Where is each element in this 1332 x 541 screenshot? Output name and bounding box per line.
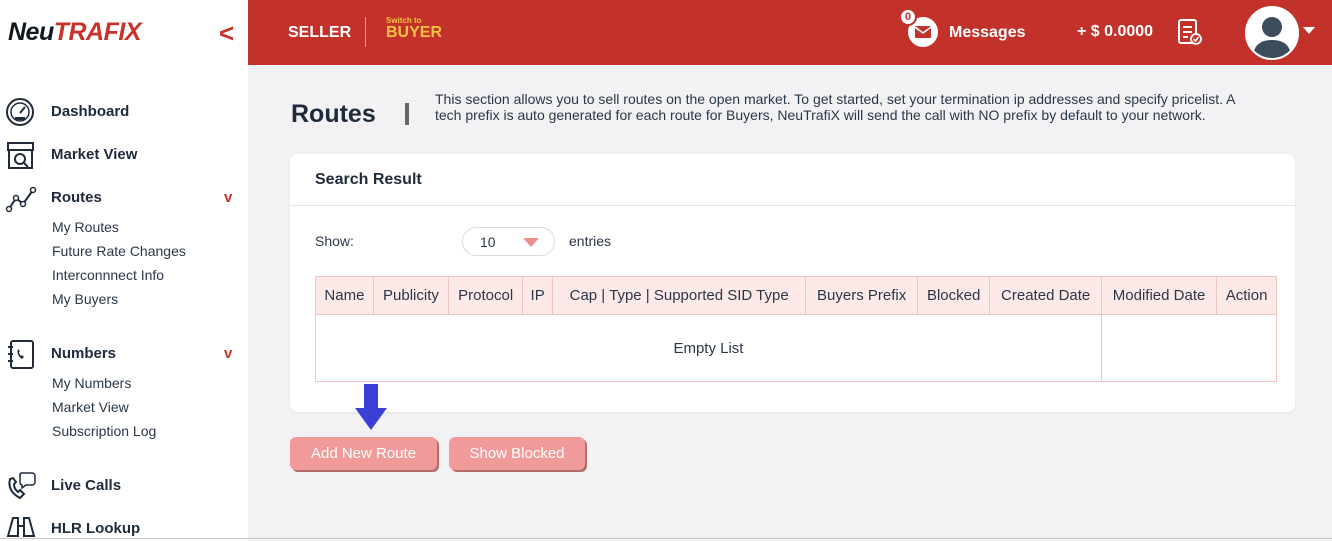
- column-header-buyers-prefix[interactable]: Buyers Prefix: [805, 276, 918, 315]
- phone-book-icon: [8, 340, 34, 369]
- phone-chat-icon: [8, 472, 36, 500]
- column-header-cap-type-sid[interactable]: Cap | Type | Supported SID Type: [551, 276, 807, 315]
- sidebar-item-numbers[interactable]: Numbers v: [0, 339, 248, 369]
- sidebar: NeuTRAFIX < Dashboard Market View Routes…: [0, 0, 248, 541]
- sidebar-subitem-market-view[interactable]: Market View: [52, 399, 129, 415]
- chevron-down-icon[interactable]: v: [224, 345, 232, 362]
- switch-to-buyer-button[interactable]: BUYER: [386, 24, 442, 42]
- user-avatar[interactable]: [1245, 6, 1299, 60]
- sidebar-item-routes[interactable]: Routes v: [0, 183, 248, 213]
- dropdown-triangle-icon: [523, 238, 539, 247]
- table-header-row: Name Publicity Protocol IP Cap | Type | …: [315, 276, 1277, 315]
- top-bar: SELLER Switch to BUYER 0 Messages + $ 0.…: [248, 0, 1332, 65]
- sidebar-item-label: Numbers: [51, 345, 117, 362]
- table-row: Empty List: [315, 314, 1278, 382]
- column-header-action[interactable]: Action: [1216, 276, 1277, 315]
- sidebar-subitem-interconnect-info[interactable]: Interconnnect Info: [52, 267, 164, 283]
- page-size-select[interactable]: 10: [462, 227, 555, 256]
- seller-mode-label: SELLER: [288, 24, 352, 41]
- empty-cell: [1100, 314, 1278, 382]
- dashboard-gauge-icon: [6, 98, 34, 126]
- add-new-route-button[interactable]: Add New Route: [290, 437, 437, 470]
- sidebar-item-live-calls[interactable]: Live Calls: [0, 471, 248, 501]
- column-header-created-date[interactable]: Created Date: [989, 276, 1102, 315]
- storefront-icon: [7, 142, 34, 169]
- account-balance[interactable]: + $ 0.0000: [1077, 23, 1153, 41]
- show-blocked-button[interactable]: Show Blocked: [449, 437, 585, 470]
- empty-list-message: Empty List: [315, 314, 1102, 382]
- sidebar-item-hlr-lookup[interactable]: HLR Lookup: [0, 514, 248, 541]
- card-header: Search Result: [290, 154, 1295, 206]
- route-nodes-icon: [5, 186, 37, 213]
- title-separator: [405, 103, 409, 125]
- brand-logo[interactable]: NeuTRAFIX: [8, 18, 142, 47]
- sidebar-item-market-view[interactable]: Market View: [0, 140, 248, 170]
- arrow-down-icon: [355, 384, 387, 430]
- sidebar-collapse-button[interactable]: <: [219, 18, 234, 49]
- column-header-publicity[interactable]: Publicity: [372, 276, 450, 315]
- search-result-card: Search Result Show: 10 entries Name Publ…: [290, 154, 1295, 412]
- mode-divider: [365, 17, 366, 47]
- column-header-modified-date[interactable]: Modified Date: [1100, 276, 1218, 315]
- column-header-name[interactable]: Name: [315, 276, 374, 315]
- sidebar-subitem-my-routes[interactable]: My Routes: [52, 219, 119, 235]
- messages-count-badge: 0: [899, 8, 917, 26]
- binoculars-icon: [6, 517, 36, 537]
- chevron-down-icon[interactable]: v: [224, 189, 232, 206]
- sidebar-subitem-subscription-log[interactable]: Subscription Log: [52, 423, 156, 439]
- sidebar-item-dashboard[interactable]: Dashboard: [0, 97, 248, 127]
- column-header-protocol[interactable]: Protocol: [448, 276, 524, 315]
- routes-table: Name Publicity Protocol IP Cap | Type | …: [315, 276, 1278, 382]
- user-silhouette-icon: [1247, 8, 1297, 58]
- page-bottom-border: [0, 538, 1332, 539]
- sidebar-item-label: HLR Lookup: [51, 520, 141, 537]
- sidebar-subitem-my-buyers[interactable]: My Buyers: [52, 291, 118, 307]
- column-header-ip[interactable]: IP: [522, 276, 553, 315]
- user-menu-caret-icon[interactable]: [1303, 27, 1315, 34]
- page-title: Routes: [291, 100, 376, 128]
- sidebar-item-label: Routes: [51, 189, 102, 206]
- card-title: Search Result: [315, 171, 422, 188]
- sidebar-item-label: Live Calls: [51, 477, 122, 494]
- page-size-value: 10: [480, 234, 496, 250]
- column-header-blocked[interactable]: Blocked: [916, 276, 991, 315]
- sidebar-item-label: Market View: [51, 146, 138, 163]
- sidebar-item-label: Dashboard: [51, 103, 130, 120]
- show-entries-label: Show:: [315, 233, 354, 249]
- entries-label: entries: [569, 233, 612, 249]
- invoice-icon[interactable]: [1176, 18, 1202, 46]
- sidebar-subitem-future-rate-changes[interactable]: Future Rate Changes: [52, 243, 186, 259]
- sidebar-subitem-my-numbers[interactable]: My Numbers: [52, 375, 131, 391]
- messages-link[interactable]: Messages: [949, 24, 1026, 42]
- page-description: This section allows you to sell routes o…: [435, 91, 1235, 123]
